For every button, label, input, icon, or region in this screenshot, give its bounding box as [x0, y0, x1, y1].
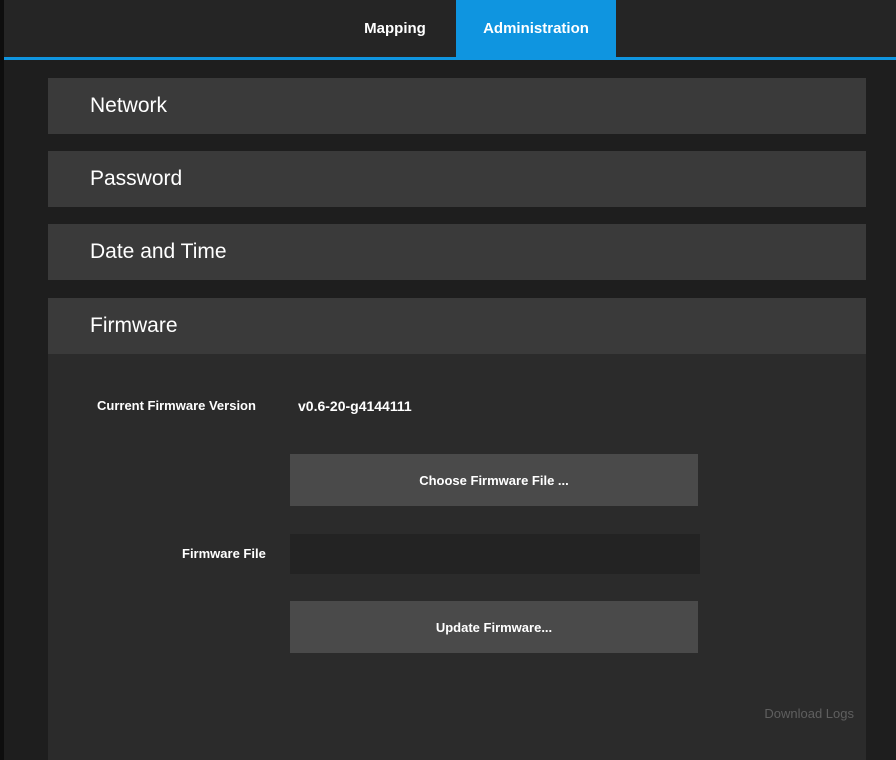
firmware-file-label: Firmware File — [182, 546, 266, 561]
tab-mapping[interactable]: Mapping — [330, 0, 460, 57]
firmware-panel: Current Firmware Version v0.6-20-g414411… — [48, 354, 866, 760]
section-network-title: Network — [90, 94, 168, 117]
section-datetime-header[interactable]: Date and Time — [48, 224, 866, 280]
page: Mapping Administration Network Password … — [0, 0, 896, 760]
section-password-title: Password — [90, 167, 183, 190]
section-network-header[interactable]: Network — [48, 78, 866, 134]
current-firmware-version-value: v0.6-20-g4144111 — [298, 398, 412, 414]
top-navigation-bar: Mapping Administration — [4, 0, 896, 60]
section-datetime-title: Date and Time — [90, 240, 227, 263]
update-firmware-button[interactable]: Update Firmware... — [290, 601, 698, 653]
main-content: Network Password Date and Time Firmware … — [4, 60, 896, 760]
section-password-header[interactable]: Password — [48, 151, 866, 207]
firmware-file-field[interactable] — [290, 534, 700, 574]
section-firmware-header[interactable]: Firmware — [48, 298, 866, 354]
section-firmware-title: Firmware — [90, 314, 178, 337]
current-firmware-version-label: Current Firmware Version — [97, 398, 256, 413]
choose-firmware-file-button[interactable]: Choose Firmware File ... — [290, 454, 698, 506]
download-logs-link[interactable]: Download Logs — [764, 706, 854, 721]
tab-administration[interactable]: Administration — [456, 0, 616, 57]
